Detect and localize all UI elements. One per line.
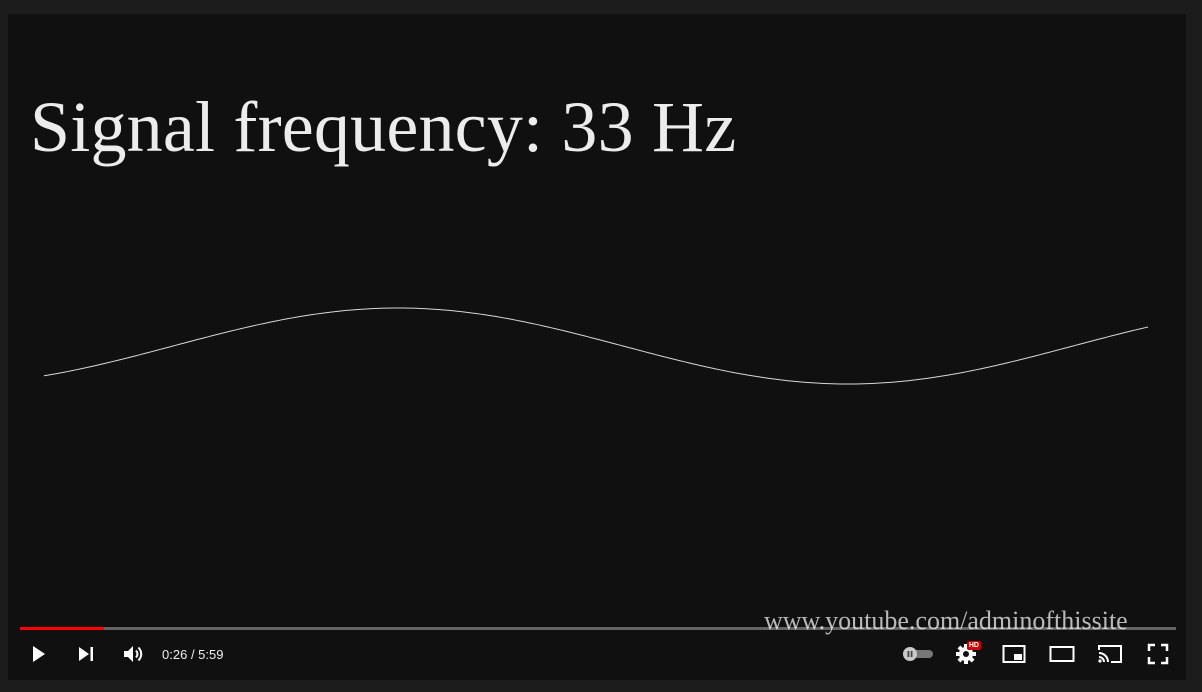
theater-mode-icon [1049,646,1075,662]
play-button[interactable] [20,636,56,672]
channel-watermark: www.youtube.com/adminofthissite [764,606,1128,635]
cast-button[interactable] [1092,636,1128,672]
sine-wave [43,307,1149,385]
time-display: 0:26 / 5:59 [162,647,223,662]
volume-icon [124,646,143,662]
miniplayer-button[interactable] [996,636,1032,672]
progress-played [20,627,105,630]
control-bar: 0:26 / 5:59 HD [20,636,1176,672]
fullscreen-button[interactable] [1140,636,1176,672]
settings-button[interactable]: HD [948,636,984,672]
hd-badge: HD [966,641,981,650]
cast-icon [1098,645,1122,663]
next-button[interactable] [68,636,104,672]
time-current: 0:26 [162,646,188,662]
play-icon [33,646,45,662]
autoplay-toggle-icon [903,647,933,661]
sine-wave-path [43,307,1149,385]
video-player[interactable]: Signal frequency: 33 Hz www.youtube.com/… [8,14,1186,680]
theater-mode-button[interactable] [1044,636,1080,672]
next-icon [79,647,93,661]
volume-button[interactable] [116,636,152,672]
progress-bar[interactable] [20,627,1176,630]
fullscreen-icon [1147,643,1169,665]
autoplay-toggle[interactable] [900,636,936,672]
miniplayer-icon [1002,645,1026,663]
time-duration: 5:59 [198,646,224,662]
